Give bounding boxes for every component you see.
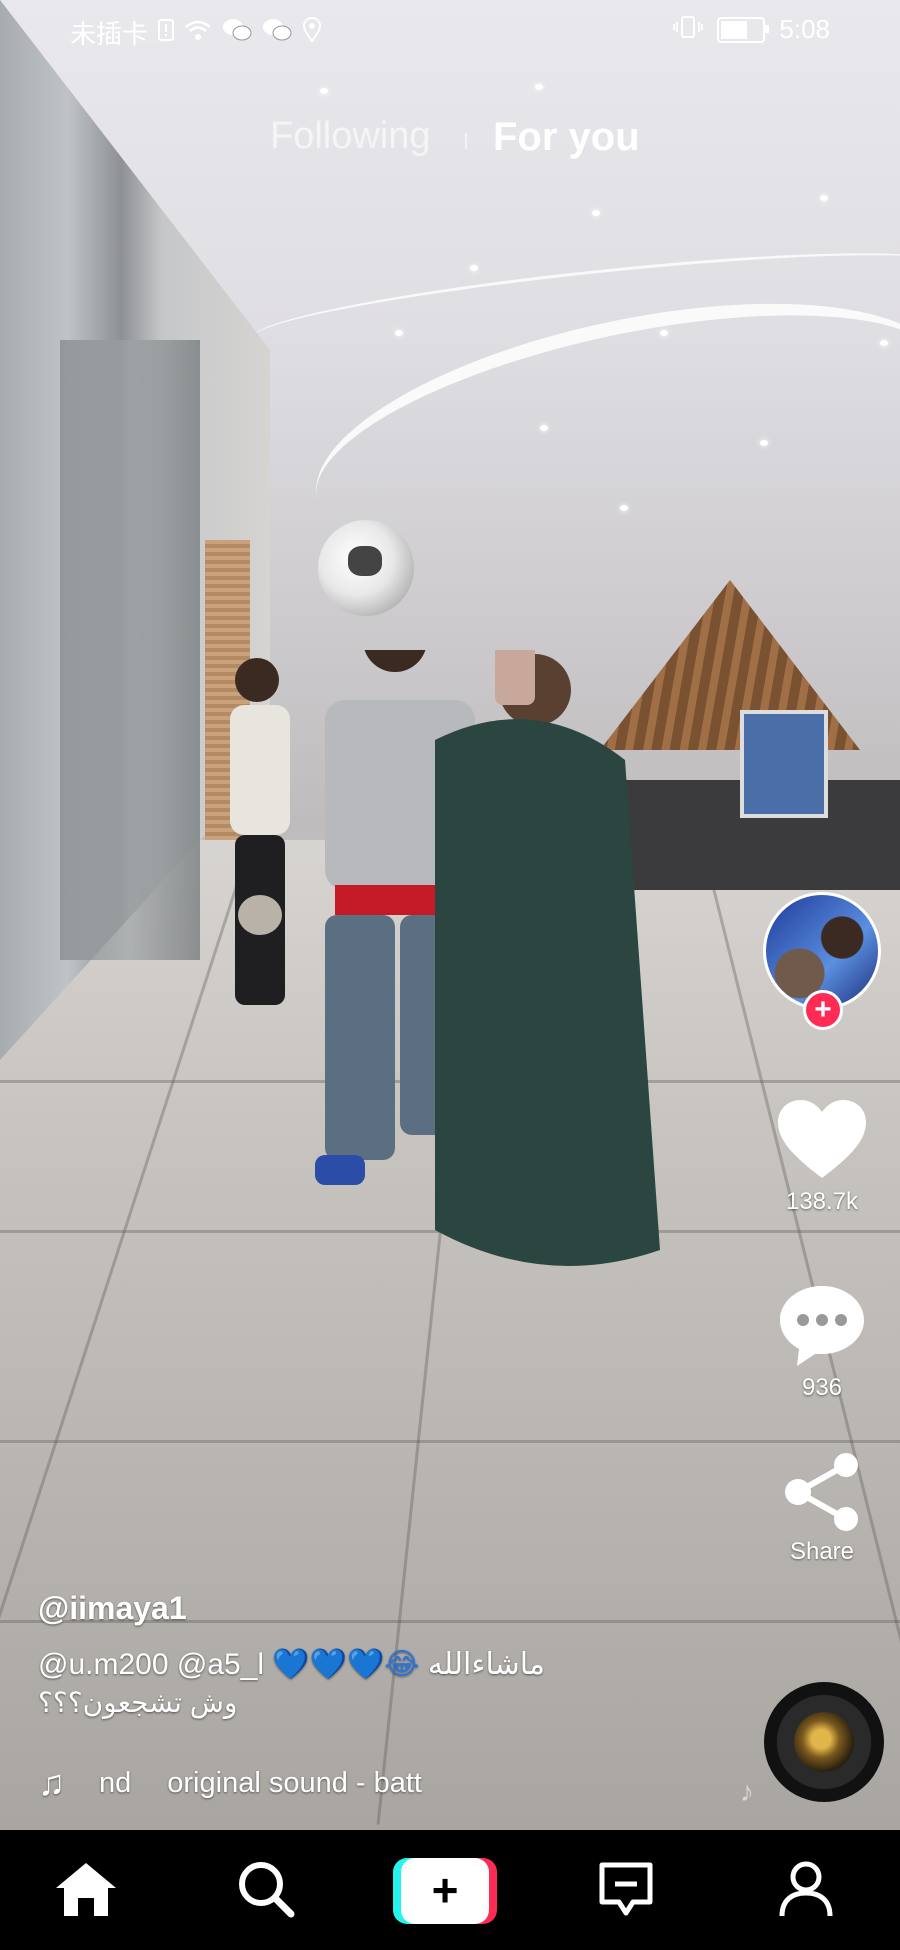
clock-text: 5:08 (779, 14, 830, 44)
wifi-icon (184, 19, 212, 47)
wechat-icon (222, 18, 252, 48)
nav-inbox[interactable] (586, 1854, 666, 1924)
soccer-ball (318, 520, 414, 616)
sound-disc[interactable] (764, 1682, 884, 1802)
discover-icon (239, 1862, 295, 1918)
like-button[interactable]: 138.7k (770, 1098, 874, 1216)
follow-plus-button[interactable]: + (803, 990, 843, 1030)
sound-disc-artwork (794, 1712, 854, 1772)
post-caption: @iimaya1 @u.m200 @a5_l 💙💙💙😂 ماشاءالله وش… (38, 1590, 678, 1719)
share-button[interactable]: Share (770, 1452, 874, 1566)
status-bar: 未插卡 5:08 (0, 0, 900, 60)
sim-alert-icon (158, 18, 175, 47)
caption-line-2: وش تشجعون؟؟؟ (38, 1687, 238, 1718)
comment-count: 936 (801, 1374, 843, 1401)
sound-row[interactable]: ♫ nd original sound - batt (38, 1762, 422, 1804)
nav-discover[interactable] (226, 1854, 306, 1924)
comment-icon (780, 1286, 864, 1366)
comment-button[interactable]: 936 (770, 1282, 874, 1402)
home-icon (56, 1863, 116, 1916)
status-left: 未插卡 (70, 14, 322, 51)
caption-line-1: @u.m200 @a5_l 💙💙💙😂 ماشاءالله (38, 1647, 678, 1682)
feed-tabs: Following For you (0, 115, 900, 165)
tab-for-you[interactable]: For you (493, 115, 640, 160)
nav-create[interactable]: + (393, 1858, 497, 1924)
creator-avatar-group: + (763, 892, 881, 1030)
carrier-text: 未插卡 (70, 19, 149, 49)
music-note-icon: ♫ (38, 1762, 65, 1803)
create-icon: + (401, 1858, 489, 1924)
post-username[interactable]: @iimaya1 (38, 1590, 678, 1627)
heart-icon (778, 1100, 866, 1178)
vibrate-icon (673, 15, 704, 45)
profile-icon (779, 1861, 833, 1917)
nav-profile[interactable] (766, 1854, 846, 1924)
bottom-nav: + (0, 1830, 900, 1950)
tab-following[interactable]: Following (270, 115, 431, 158)
floating-music-note-icon: ♪ (740, 1776, 754, 1807)
like-count: 138.7k (785, 1188, 859, 1215)
sound-prefix: nd (99, 1766, 132, 1799)
caption-emoji: 💙💙💙😂 (272, 1648, 420, 1681)
status-right: 5:08 (673, 14, 830, 45)
inbox-icon (599, 1862, 653, 1916)
nav-home[interactable] (46, 1854, 126, 1924)
caption-mentions[interactable]: @u.m200 @a5_l (38, 1648, 264, 1681)
caption-arabic: ماشاءالله (427, 1648, 545, 1681)
sound-name: original sound - batt (167, 1766, 422, 1799)
wechat-icon (262, 18, 292, 48)
share-label: Share (789, 1538, 855, 1565)
tiktok-feed-screen: 未插卡 5:08 Following For you + 138.7k 936 … (0, 0, 900, 1950)
battery-icon (717, 16, 770, 43)
tab-divider (465, 133, 467, 149)
location-icon (302, 16, 322, 49)
share-icon (785, 1453, 858, 1531)
